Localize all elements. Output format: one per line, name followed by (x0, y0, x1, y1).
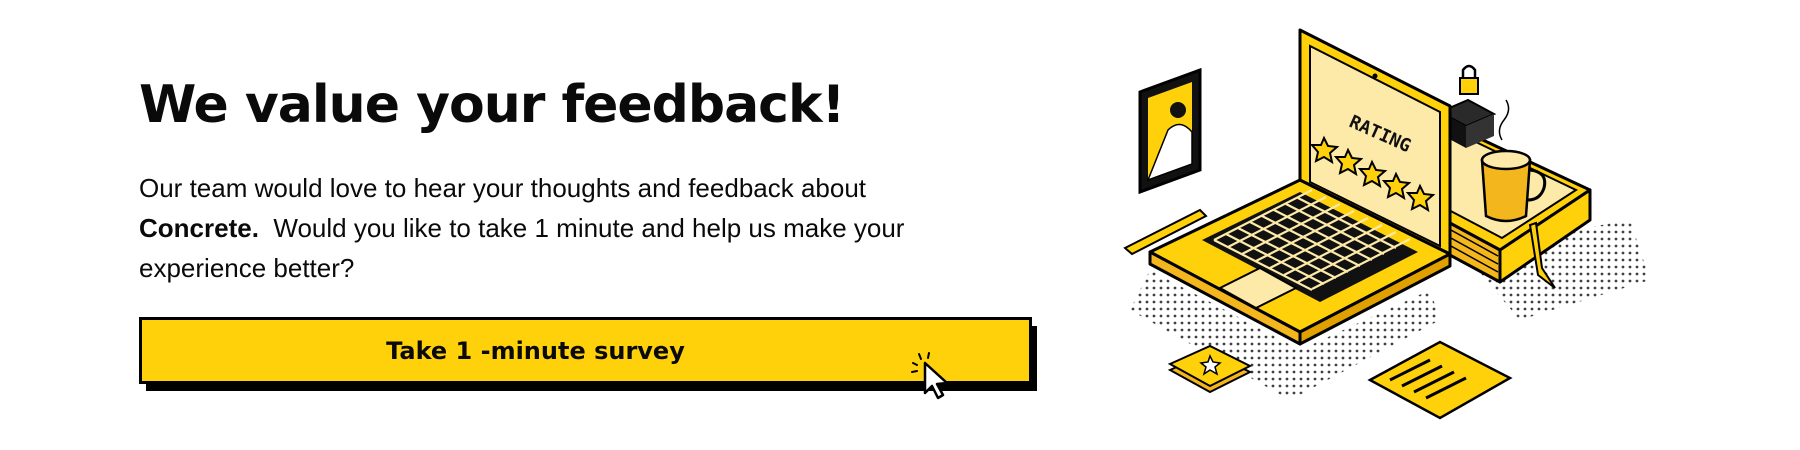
cursor-icon (911, 352, 949, 400)
description-line-2: Would you like to take 1 minute and help… (258, 213, 905, 243)
take-survey-label: Take 1 -minute survey (386, 336, 685, 365)
product-name: Concrete. (139, 213, 259, 243)
feedback-text-block: We value your feedback! Our team would l… (139, 70, 1039, 288)
description-line-3: experience better? (139, 253, 355, 283)
survey-cta[interactable]: Take 1 -minute survey (139, 317, 1037, 400)
description-line-1: Our team would love to hear your thought… (139, 173, 867, 203)
take-survey-button[interactable]: Take 1 -minute survey (139, 317, 1032, 384)
feedback-illustration: RATING (1123, 28, 1650, 420)
feedback-description: Our team would love to hear your thought… (139, 168, 1039, 288)
page-title: We value your feedback! (139, 75, 845, 135)
document-icon (1367, 340, 1513, 420)
picture-frame-icon (1138, 67, 1202, 195)
